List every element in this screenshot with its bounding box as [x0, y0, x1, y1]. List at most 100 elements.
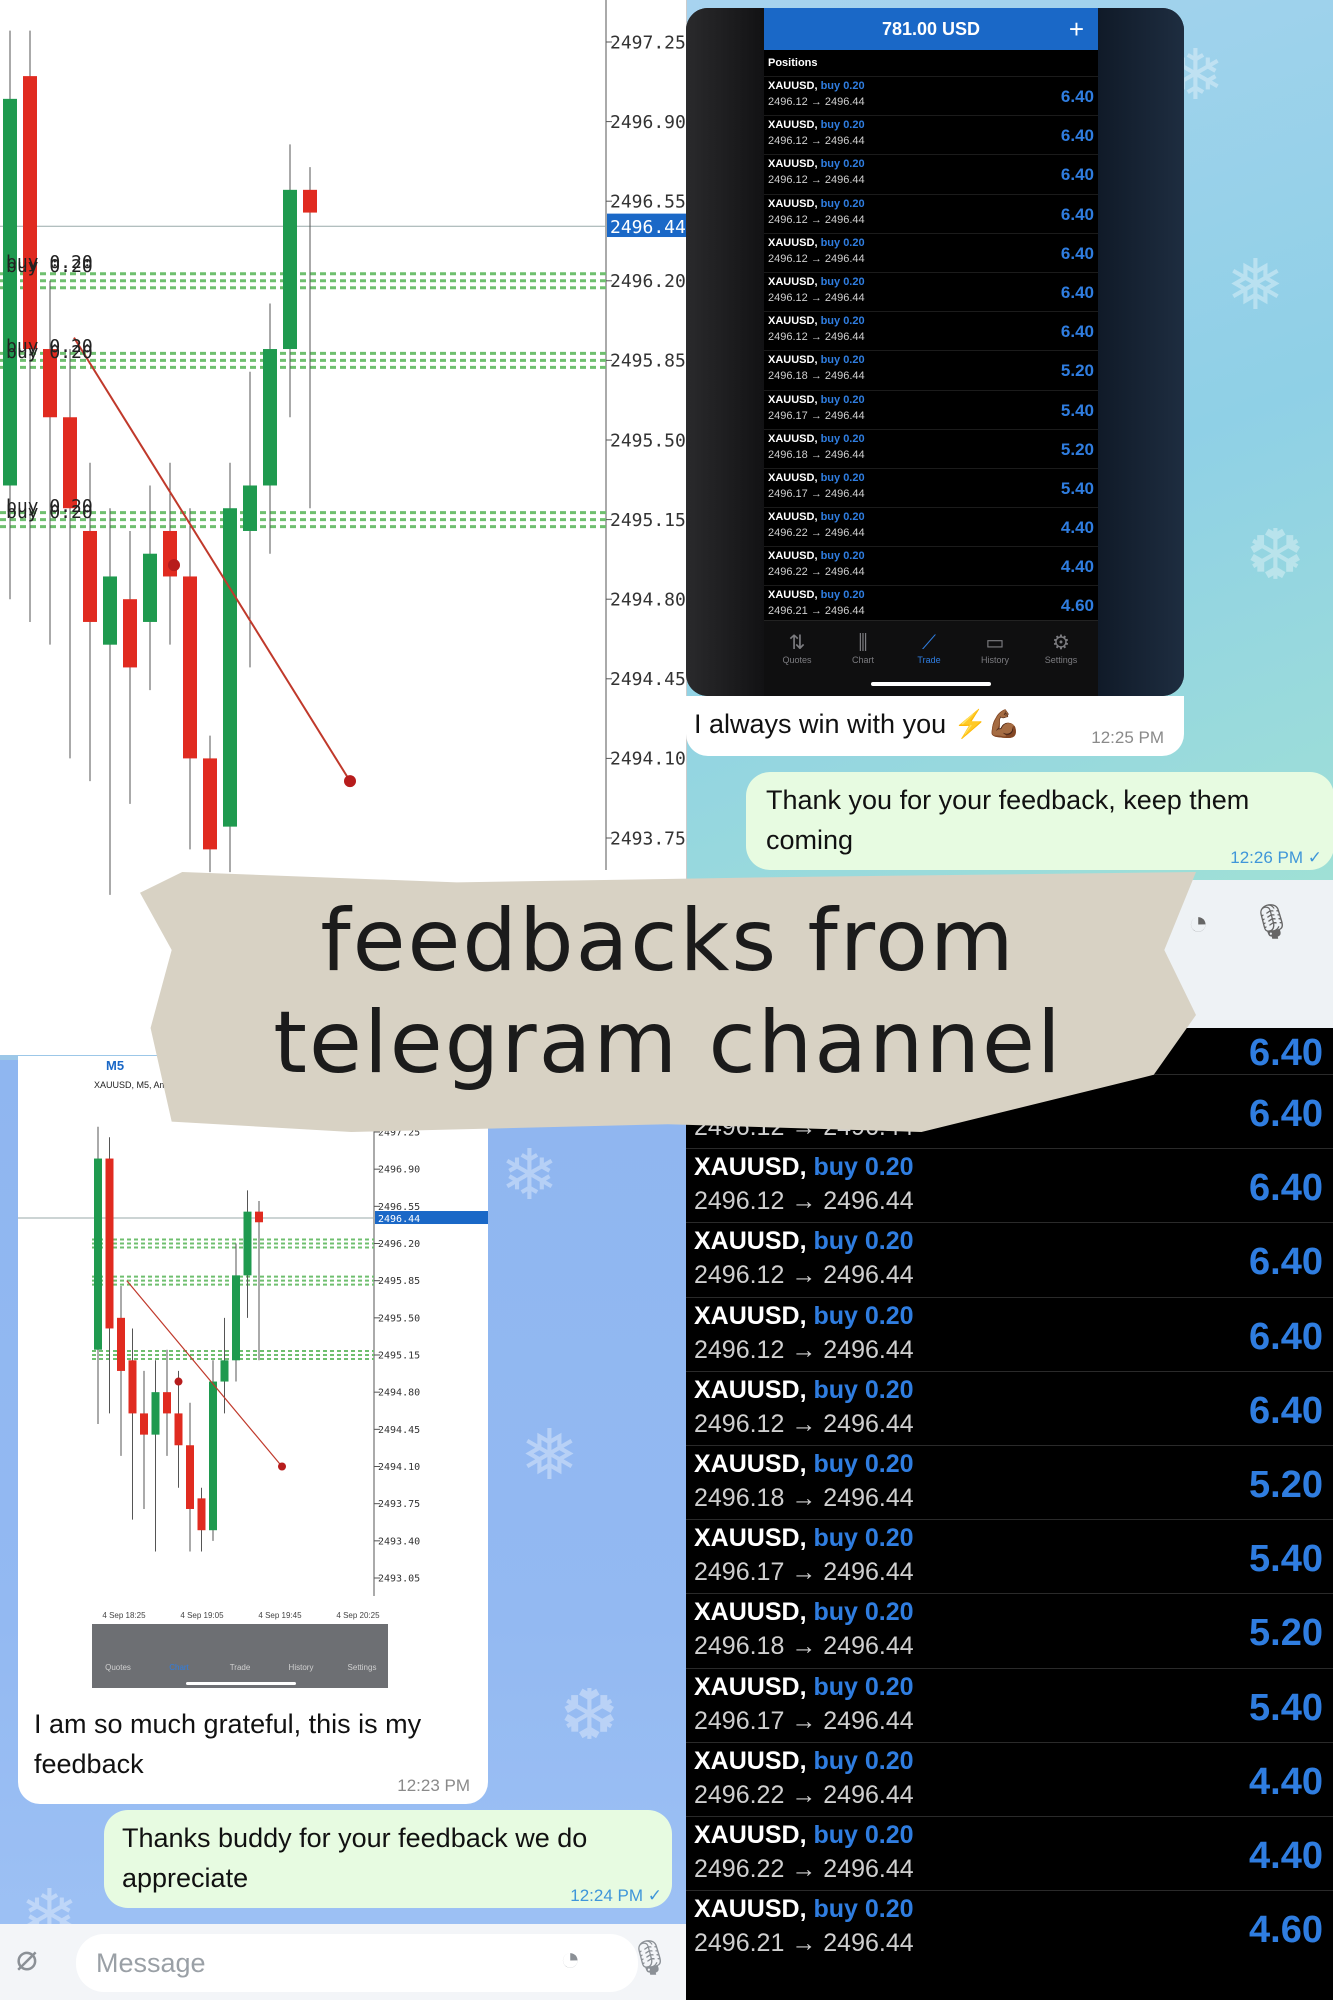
candle-body	[117, 1317, 125, 1371]
position-row[interactable]: XAUUSD, buy 0.20 2496.12 → 2496.44 6.40	[686, 1222, 1333, 1297]
chart-icon: ⫼	[858, 632, 868, 654]
attach-icon[interactable]: ⌀	[16, 1938, 38, 1979]
message-incoming-top: I always win with you ⚡💪🏾 12:25 PM	[686, 696, 1184, 756]
position-row[interactable]: XAUUSD, buy 0.20 2496.18 → 2496.44 5.20	[764, 350, 1098, 389]
position-side: buy 0.20	[813, 1821, 914, 1849]
price-tick-label: 2495.50	[610, 430, 686, 451]
position-profit: 5.40	[1060, 478, 1094, 498]
position-row[interactable]: XAUUSD, buy 0.20 2496.12 → 2496.44 6.40	[764, 115, 1098, 154]
position-row[interactable]: XAUUSD, buy 0.20 2496.22 → 2496.44 4.40	[764, 546, 1098, 585]
home-indicator	[871, 682, 991, 686]
message-text: Thanks buddy for your feedback we do app…	[122, 1823, 588, 1893]
position-row[interactable]: XAUUSD, buy 0.20 2496.22 → 2496.44 4.40	[686, 1816, 1333, 1891]
position-row[interactable]: XAUUSD, buy 0.20 2496.12 → 2496.44 6.40	[686, 1370, 1333, 1446]
chart-screenshot-small: 2497.25 2496.90 2496.55 2496.20 2495.85 2495.…	[18, 1056, 489, 1696]
position-side: buy 0.20	[820, 197, 865, 210]
positions-list-large: 6.40 XAUUSD, buy 0.20 2496.12 → 2496.44 6.…	[686, 1028, 1333, 2000]
candle-body	[23, 76, 37, 350]
position-row[interactable]: XAUUSD, buy 0.20 2496.21 → 2496.44 4.60	[764, 585, 1098, 624]
position-row[interactable]: XAUUSD, buy 0.20 2496.18 → 2496.44 5.20	[686, 1593, 1333, 1668]
position-row[interactable]: XAUUSD, buy 0.20 2496.12 → 2496.44 6.40	[764, 232, 1098, 272]
nav-trade[interactable]: ⟋ Trade	[896, 631, 962, 665]
bottom-navigation	[92, 1624, 388, 1688]
message-time: 12:23 PM	[397, 1776, 470, 1795]
price-tick-label: 2494.45	[610, 669, 686, 690]
quotes-icon: ⇅	[788, 632, 806, 654]
add-icon[interactable]: +	[1069, 14, 1084, 45]
position-row[interactable]: XAUUSD, buy 0.20 2496.17 → 2496.44 5.40	[686, 1667, 1333, 1743]
position-symbol: XAUUSD, buy 0.20	[768, 158, 865, 171]
sticker-icon[interactable]: ◔	[560, 1940, 581, 1979]
position-prices: 2496.17 → 2496.44	[768, 409, 865, 422]
position-symbol: XAUUSD, buy 0.20	[768, 315, 865, 328]
position-prices: 2496.12 → 2496.44	[694, 1409, 914, 1438]
price-tick-label: 2495.15	[610, 510, 686, 531]
position-row[interactable]: XAUUSD, buy 0.20 2496.12 → 2496.44 6.40	[764, 76, 1098, 115]
position-row[interactable]: XAUUSD, buy 0.20 2496.22 → 2496.44 4.40	[764, 507, 1098, 546]
position-side: buy 0.20	[820, 315, 865, 328]
position-row[interactable]: XAUUSD, buy 0.20 2496.18 → 2496.44 5.20	[764, 428, 1098, 468]
position-side: buy 0.20	[820, 80, 865, 92]
candle-body	[209, 1381, 217, 1531]
position-side: buy 0.20	[820, 511, 865, 524]
position-prices: 2496.17 → 2496.44	[694, 1706, 914, 1735]
position-row[interactable]: XAUUSD, buy 0.20 2496.12 → 2496.44 6.40	[686, 1296, 1333, 1372]
position-profit: 6.40	[1060, 126, 1094, 146]
position-row[interactable]: XAUUSD, buy 0.20 2496.22 → 2496.44 4.40	[686, 1741, 1333, 1817]
position-prices: 2496.22 → 2496.44	[768, 527, 865, 540]
position-prices: 2496.12 → 2496.44	[768, 174, 865, 187]
trend-mid-point	[174, 1377, 183, 1386]
nav-settings[interactable]: ⚙ Settings	[1028, 631, 1094, 665]
position-symbol: XAUUSD, buy 0.20	[694, 1375, 914, 1404]
timeframe-tab: M5	[106, 1058, 124, 1073]
nav-label: Quotes	[105, 1663, 131, 1672]
microphone-icon[interactable]: 🎙	[1250, 902, 1293, 942]
position-side: buy 0.20	[813, 1301, 914, 1330]
position-prices: 2496.18 → 2496.44	[768, 448, 865, 461]
microphone-icon[interactable]: 🎙	[628, 1938, 671, 1978]
position-row[interactable]: XAUUSD, buy 0.20 2496.18 → 2496.44 5.20	[686, 1445, 1333, 1520]
position-row[interactable]: XAUUSD, buy 0.20 2496.12 → 2496.44 6.40	[686, 1148, 1333, 1223]
gear-icon: ⚙	[1052, 632, 1070, 654]
nav-quotes[interactable]: ⇅ Quotes	[764, 631, 830, 665]
current-price-label: 2496.44	[610, 217, 686, 238]
position-symbol: XAUUSD, buy 0.20	[768, 589, 865, 602]
position-symbol: XAUUSD, buy 0.20	[694, 1227, 914, 1256]
position-prices: 2496.21 → 2496.44	[694, 1929, 914, 1958]
position-profit: 6.40	[1060, 165, 1094, 185]
position-row[interactable]: XAUUSD, buy 0.20 2496.17 → 2496.44 5.40	[686, 1519, 1333, 1594]
candle-body	[143, 553, 157, 622]
position-row[interactable]: XAUUSD, buy 0.20 2496.17 → 2496.44 5.40	[764, 389, 1098, 429]
position-profit: 5.40	[1249, 1686, 1323, 1729]
message-text: I always win with you ⚡💪🏾	[694, 709, 1021, 739]
trend-end-point	[278, 1462, 286, 1471]
history-icon: ▭	[985, 632, 1005, 654]
price-tick-label: 2497.25	[610, 32, 686, 53]
position-row[interactable]: XAUUSD, buy 0.20 2496.17 → 2496.44 5.40	[764, 467, 1098, 507]
candle-body	[140, 1413, 148, 1435]
position-prices: 2496.12 → 2496.44	[694, 1187, 914, 1216]
price-tick-label: 2494.10	[610, 749, 686, 770]
position-row[interactable]: XAUUSD, buy 0.20 2496.12 → 2496.44 6.40	[764, 193, 1098, 233]
nav-history[interactable]: ▭ History	[962, 631, 1028, 665]
position-row[interactable]: XAUUSD, buy 0.20 2496.12 → 2496.44 6.40	[764, 154, 1098, 193]
message-input[interactable]	[76, 1934, 638, 1992]
position-prices: 2496.17 → 2496.44	[694, 1558, 914, 1587]
home-indicator	[186, 1682, 296, 1685]
position-row[interactable]: XAUUSD, buy 0.20 2496.21 → 2496.44 4.60	[686, 1890, 1333, 1965]
position-row[interactable]: XAUUSD, buy 0.20 2496.12 → 2496.44 6.40	[764, 271, 1098, 311]
price-tick-label: 2494.45	[378, 1425, 420, 1436]
candle-body	[223, 508, 237, 827]
position-row[interactable]: XAUUSD, buy 0.20 2496.12 → 2496.44 6.40	[764, 311, 1098, 350]
position-profit: 5.20	[1060, 361, 1094, 381]
position-side: buy 0.20	[813, 1598, 914, 1627]
nav-chart[interactable]: ⫼ Chart	[830, 631, 896, 665]
position-side: buy 0.20	[813, 1895, 914, 1924]
position-profit: 6.40	[1249, 1389, 1323, 1432]
candle-body	[283, 189, 297, 350]
position-profit: 5.20	[1249, 1612, 1323, 1655]
candle-body	[105, 1158, 114, 1329]
positions-section-title: Positions	[768, 57, 818, 69]
trend-line	[73, 337, 351, 782]
message-incoming-bottom: I am so much grateful, this is my feedba…	[18, 1696, 488, 1804]
